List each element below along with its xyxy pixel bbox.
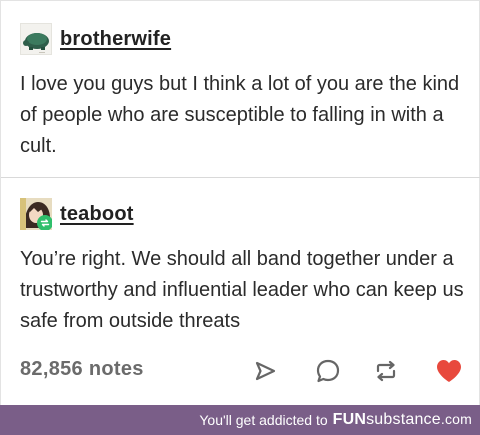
brand-substance: substance [366,411,441,428]
post-header: brotherwife [20,21,171,57]
watermark-banner: You'll get addicted to FUNsubstance.com [0,405,480,435]
funsubstance-logo[interactable]: FUNsubstance.com [333,411,472,429]
reblog-icon [376,360,396,382]
original-post: brotherwife I love you guys but I think … [1,1,480,177]
post-header: teaboot [20,196,134,232]
reblog-button[interactable] [371,356,401,386]
reply-icon [316,359,340,383]
turtle-icon [21,24,51,54]
reblog-badge-icon [37,215,52,230]
share-icon [255,361,276,381]
like-button[interactable] [434,356,464,386]
banner-tagline: You'll get addicted to [199,412,328,428]
heart-icon [437,360,461,382]
brand-tld: .com [440,411,472,427]
reply-button[interactable] [313,356,343,386]
anime-avatar[interactable] [20,198,52,230]
username-link[interactable]: brotherwife [60,28,171,51]
brand-fun: FUN [332,411,367,428]
username-link[interactable]: teaboot [60,203,134,226]
post-text: I love you guys but I think a lot of you… [20,73,460,157]
reblog-post: teaboot You’re right. We should all band… [1,178,480,348]
post-text: You’re right. We should all band togethe… [20,248,464,332]
post-card: brotherwife I love you guys but I think … [0,0,480,405]
notes-count[interactable]: 82,856 notes [20,358,144,381]
turtle-avatar[interactable] [20,23,52,55]
share-button[interactable] [250,356,280,386]
post-footer: 82,856 notes [1,348,480,396]
